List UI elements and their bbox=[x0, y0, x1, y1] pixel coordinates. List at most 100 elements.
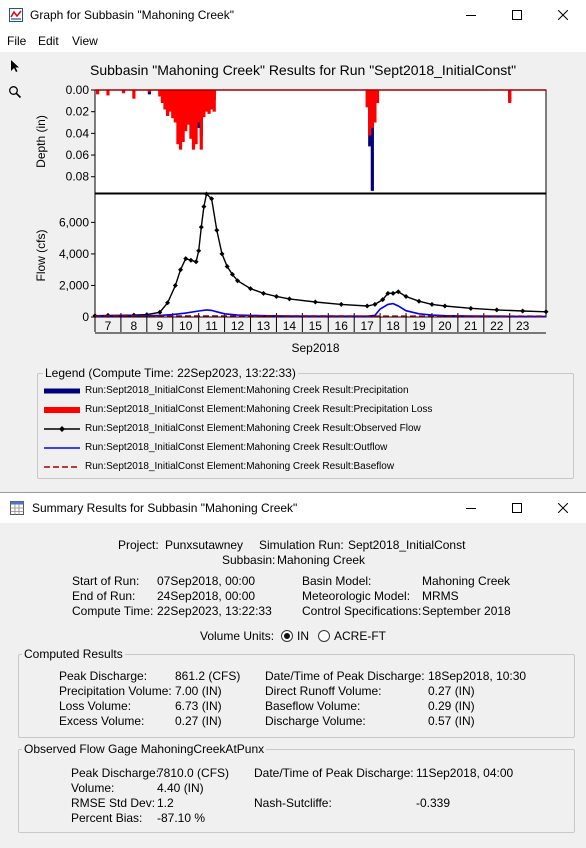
peak-time-label: Date/Time of Peak Discharge: bbox=[265, 669, 425, 683]
volume-units-in-label[interactable]: IN bbox=[297, 629, 309, 643]
precipitation-loss-bar bbox=[106, 90, 109, 95]
precipitation-loss-bar bbox=[376, 90, 379, 103]
baseflow-volume-value: 0.29 (IN) bbox=[428, 699, 475, 713]
x-tick-label: 14 bbox=[283, 319, 297, 333]
meteorologic-model-label: Meteorologic Model: bbox=[302, 589, 410, 603]
observed-peak-discharge-label: Peak Discharge: bbox=[71, 766, 159, 780]
subbasin-value: Mahoning Creek bbox=[277, 553, 365, 567]
precipitation-volume-value: 7.00 (IN) bbox=[175, 684, 222, 698]
legend-swatch bbox=[44, 441, 80, 455]
direct-runoff-volume-value: 0.27 (IN) bbox=[428, 684, 475, 698]
compute-time-value: 22Sep2023, 13:22:33 bbox=[157, 604, 272, 618]
volume-units-acre-ft-radio[interactable] bbox=[318, 630, 330, 642]
observed-flow-title: Observed Flow Gage MahoningCreekAtPunx bbox=[22, 742, 266, 756]
summary-window: Summary Results for Subbasin "Mahoning C… bbox=[0, 492, 586, 848]
graph-titlebar[interactable]: Graph for Subbasin "Mahoning Creek" bbox=[0, 0, 586, 30]
percent-bias-value: -87.10 % bbox=[157, 811, 205, 825]
direct-runoff-volume-label: Direct Runoff Volume: bbox=[265, 684, 382, 698]
menu-bar: File Edit View bbox=[0, 30, 586, 52]
graph-window: Graph for Subbasin "Mahoning Creek" File… bbox=[0, 0, 586, 490]
x-tick-label: 20 bbox=[438, 319, 452, 333]
table-icon bbox=[10, 501, 24, 515]
hec-hms-app-icon bbox=[9, 8, 23, 22]
minimize-button[interactable] bbox=[448, 493, 494, 523]
basin-model-value: Mahoning Creek bbox=[422, 574, 510, 588]
x-tick-label: 16 bbox=[335, 319, 349, 333]
select-tool-button[interactable] bbox=[6, 57, 24, 75]
x-tick-label: 23 bbox=[516, 319, 530, 333]
maximize-button[interactable] bbox=[494, 0, 540, 30]
percent-bias-label: Percent Bias: bbox=[71, 811, 142, 825]
observed-peak-time-value: 11Sep2018, 04:00 bbox=[416, 766, 513, 780]
nash-sutcliffe-value: -0.339 bbox=[416, 796, 450, 810]
x-tick-label: 21 bbox=[464, 319, 478, 333]
project-label: Project: bbox=[118, 538, 159, 552]
x-tick-label: 10 bbox=[179, 319, 193, 333]
baseflow-volume-label: Baseflow Volume: bbox=[265, 699, 360, 713]
start-of-run-value: 07Sep2018, 00:00 bbox=[157, 574, 255, 588]
legend-label: Run:Sept2018_InitialConst Element:Mahoni… bbox=[85, 461, 394, 472]
peak-discharge-value: 861.2 (CFS) bbox=[175, 669, 240, 683]
menu-file[interactable]: File bbox=[7, 34, 26, 48]
meteorologic-model-value: MRMS bbox=[422, 589, 459, 603]
chart-title: Subbasin "Mahoning Creek" Results for Ru… bbox=[90, 62, 516, 78]
summary-titlebar[interactable]: Summary Results for Subbasin "Mahoning C… bbox=[0, 493, 586, 523]
compute-time-label: Compute Time: bbox=[72, 604, 153, 618]
precipitation-loss-bar bbox=[508, 90, 511, 103]
control-specifications-value: September 2018 bbox=[422, 604, 511, 618]
legend-swatch bbox=[44, 422, 80, 436]
close-icon bbox=[558, 503, 568, 513]
minimize-icon bbox=[466, 10, 476, 20]
x-tick-label: 11 bbox=[205, 319, 218, 333]
summary-window-title: Summary Results for Subbasin "Mahoning C… bbox=[32, 501, 297, 515]
x-tick-label: 9 bbox=[156, 319, 163, 333]
excess-volume-label: Excess Volume: bbox=[59, 714, 144, 728]
x-tick-label: 18 bbox=[386, 319, 400, 333]
simulation-run-value: Sept2018_InitialConst bbox=[348, 538, 465, 552]
legend-label: Run:Sept2018_InitialConst Element:Mahoni… bbox=[85, 385, 409, 396]
legend-label: Run:Sept2018_InitialConst Element:Mahoni… bbox=[85, 442, 387, 453]
close-button[interactable] bbox=[540, 493, 586, 523]
y-tick-label: 6,000 bbox=[59, 215, 89, 229]
x-tick-label: 7 bbox=[105, 319, 112, 333]
flow-plot-area bbox=[95, 194, 546, 317]
graph-window-title: Graph for Subbasin "Mahoning Creek" bbox=[30, 8, 234, 22]
peak-time-value: 18Sep2018, 10:30 bbox=[428, 669, 526, 683]
observed-volume-label: Volume: bbox=[71, 781, 114, 795]
subbasin-label: Subbasin: bbox=[222, 553, 275, 567]
legend-item-baseflow: Run:Sept2018_InitialConst Element:Mahoni… bbox=[44, 458, 564, 476]
legend-item-observed-flow: Run:Sept2018_InitialConst Element:Mahoni… bbox=[44, 420, 564, 438]
end-of-run-label: End of Run: bbox=[72, 589, 135, 603]
nash-sutcliffe-label: Nash-Sutcliffe: bbox=[254, 796, 332, 810]
rmse-label: RMSE Std Dev: bbox=[71, 796, 155, 810]
maximize-icon bbox=[512, 10, 522, 20]
legend-swatch bbox=[44, 403, 80, 417]
close-button[interactable] bbox=[540, 0, 586, 30]
legend-item-outflow: Run:Sept2018_InitialConst Element:Mahoni… bbox=[44, 439, 564, 457]
menu-view[interactable]: View bbox=[72, 34, 98, 48]
legend-item-precipitation: Run:Sept2018_InitialConst Element:Mahoni… bbox=[44, 382, 564, 400]
volume-units-in-radio[interactable] bbox=[281, 630, 293, 642]
maximize-icon bbox=[512, 503, 522, 513]
loss-volume-value: 6.73 (IN) bbox=[175, 699, 222, 713]
observed-peak-time-label: Date/Time of Peak Discharge: bbox=[254, 766, 414, 780]
y-tick-label: 0 bbox=[82, 310, 89, 324]
basin-model-label: Basin Model: bbox=[302, 574, 371, 588]
volume-units-label: Volume Units: bbox=[200, 629, 274, 643]
y-tick-label: 0.06 bbox=[66, 148, 90, 162]
x-tick-label: 8 bbox=[131, 319, 138, 333]
menu-edit[interactable]: Edit bbox=[38, 34, 59, 48]
minimize-icon bbox=[466, 503, 476, 513]
x-tick-label: 17 bbox=[360, 319, 374, 333]
peak-discharge-label: Peak Discharge: bbox=[59, 669, 147, 683]
y-tick-label: 0.04 bbox=[66, 126, 90, 140]
end-of-run-value: 24Sep2018, 00:00 bbox=[157, 589, 255, 603]
observed-peak-discharge-value: 7810.0 (CFS) bbox=[157, 766, 229, 780]
minimize-button[interactable] bbox=[448, 0, 494, 30]
y-tick-label: 0.00 bbox=[66, 83, 90, 97]
maximize-button[interactable] bbox=[494, 493, 540, 523]
volume-units-acre-ft-label[interactable]: ACRE-FT bbox=[334, 629, 386, 643]
discharge-volume-label: Discharge Volume: bbox=[265, 714, 366, 728]
flow-chart: 02,0004,0006,000789101112131415161718192… bbox=[0, 180, 586, 380]
depth-axis-label: Depth (in) bbox=[34, 115, 48, 168]
